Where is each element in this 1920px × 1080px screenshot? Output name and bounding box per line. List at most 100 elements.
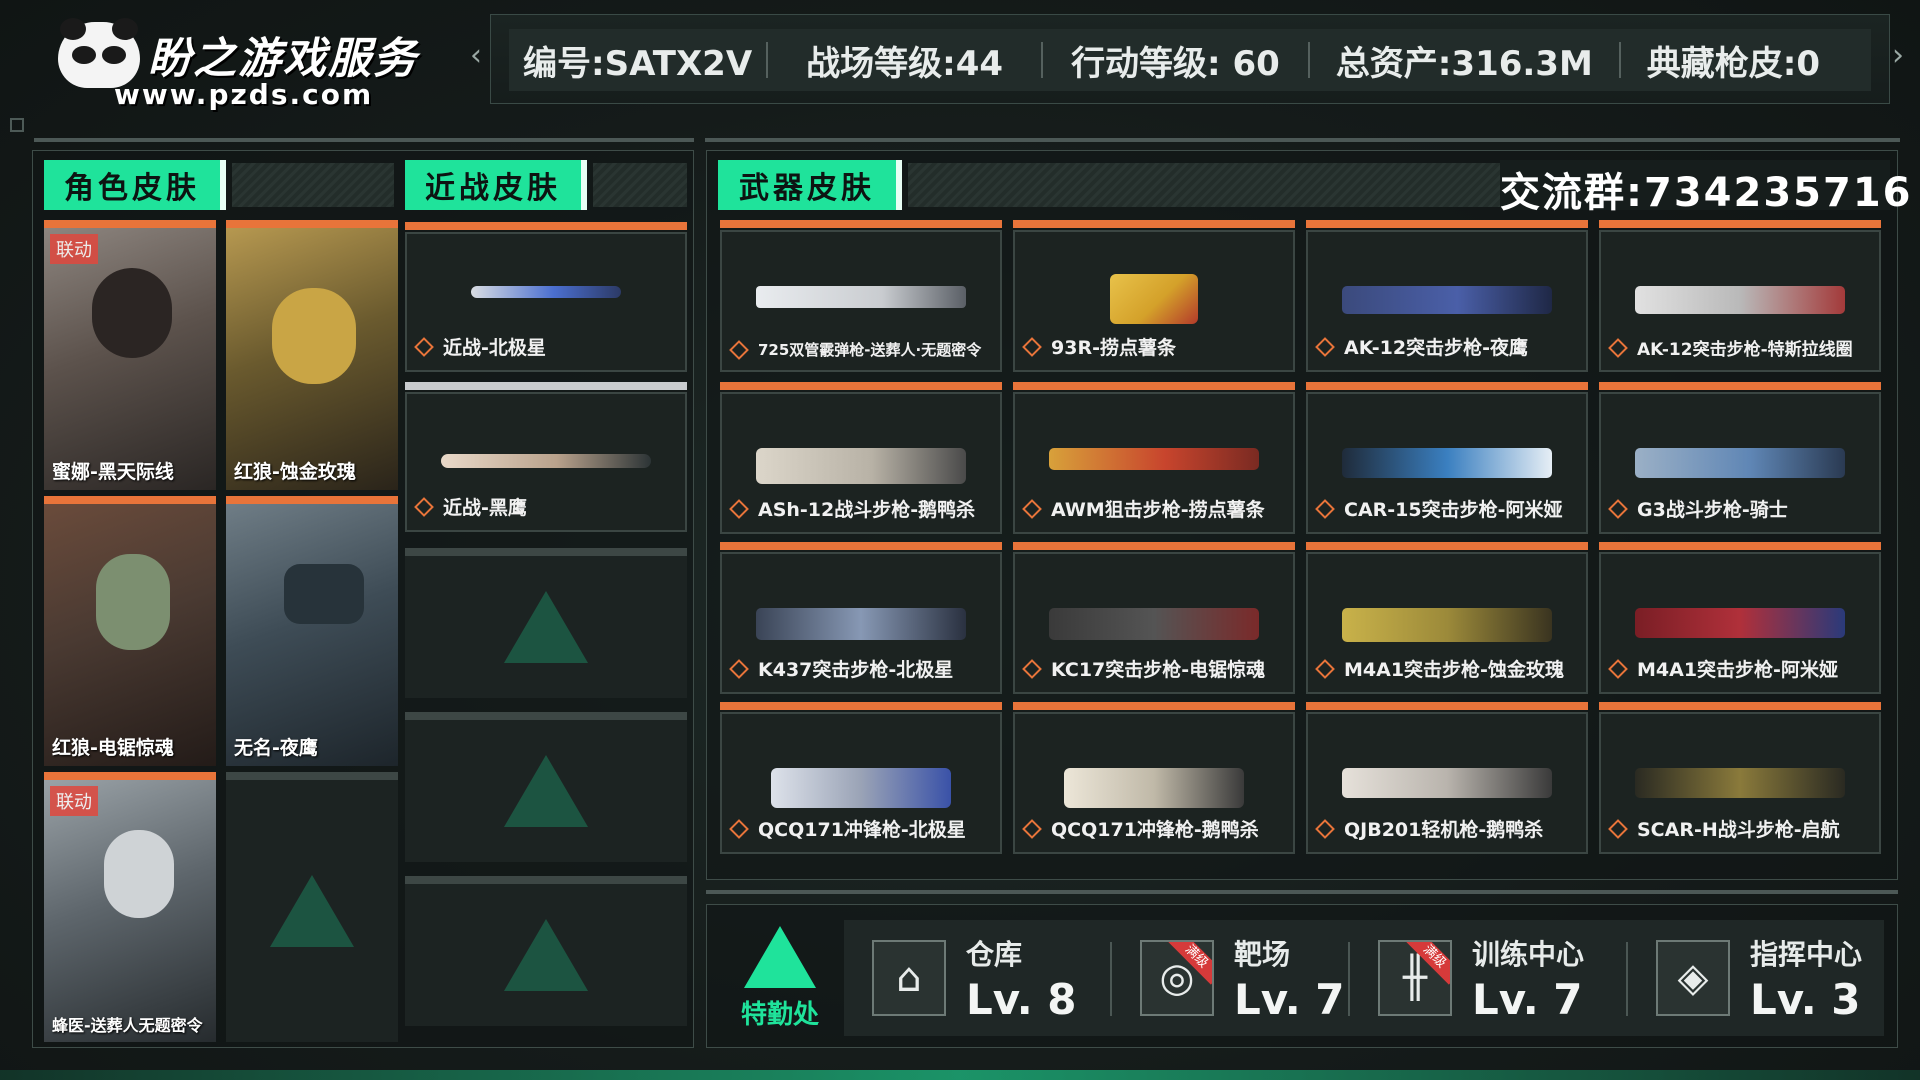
facility-separator (1348, 942, 1350, 1016)
facility-warehouse[interactable]: ⌂ 仓库 Lv. 8 (872, 926, 1077, 1030)
character-card[interactable]: 红狼-电锯惊魂 (44, 496, 216, 766)
placeholder-logo-icon (504, 919, 588, 991)
weapon-image (1342, 768, 1552, 798)
facility-command[interactable]: ◈ 指挥中心 Lv. 3 (1656, 926, 1862, 1030)
weapon-card[interactable]: K437突击步枪-北极星 (720, 542, 1002, 694)
facility-level: Lv. 3 (1750, 974, 1861, 1024)
weapon-card[interactable]: 725双管霰弹枪-送葬人·无题密令 (720, 220, 1002, 372)
weapon-label: M4A1突击步枪-蚀金玫瑰 (1344, 659, 1564, 681)
rarity-diamond-icon (414, 496, 434, 517)
rarity-diamond-icon (729, 818, 749, 839)
max-level-badge: 满级 (1168, 942, 1212, 985)
facility-training[interactable]: ╫ 满级 训练中心 Lv. 7 (1378, 926, 1584, 1030)
placeholder-logo-icon (504, 755, 588, 827)
weapon-card[interactable]: QCQ171冲锋枪-鹅鸭杀 (1013, 702, 1295, 854)
weapon-card[interactable]: M4A1突击步枪-蚀金玫瑰 (1306, 542, 1588, 694)
character-label: 红狼-蚀金玫瑰 (234, 461, 356, 483)
weapon-image (1110, 274, 1198, 324)
collection-skins: 典藏枪皮:0 (1646, 43, 1821, 84)
weapon-label: CAR-15突击步枪-阿米娅 (1344, 499, 1563, 521)
melee-label: 近战-北极星 (443, 337, 546, 359)
weapon-label: AK-12突击步枪-特斯拉线圈 (1637, 340, 1853, 360)
header-divider-right (705, 138, 1900, 142)
prev-arrow-icon[interactable]: ‹ (470, 38, 482, 73)
weapon-card[interactable]: QCQ171冲锋枪-北极星 (720, 702, 1002, 854)
character-head (104, 830, 174, 918)
logo: 盼之游戏服务 www.pzds.com (50, 18, 470, 118)
operation-level: 行动等级: 60 (1071, 43, 1280, 84)
weapon-image (1049, 448, 1259, 470)
weapon-card[interactable]: SCAR-H战斗步枪-启航 (1599, 702, 1881, 854)
weapon-image (771, 768, 951, 808)
rarity-diamond-icon (1608, 337, 1628, 358)
warehouse-icon: ⌂ (872, 940, 946, 1016)
weapon-image (756, 608, 966, 640)
rarity-diamond-icon (1315, 658, 1335, 679)
facility-range[interactable]: ◎ 满级 靶场 Lv. 7 (1140, 926, 1345, 1030)
rarity-diamond-icon (1315, 498, 1335, 519)
weapon-label: ASh-12战斗步枪-鹅鸭杀 (758, 499, 976, 521)
bottom-divider (706, 890, 1898, 894)
target-icon: ◎ 满级 (1140, 940, 1214, 1016)
rarity-diamond-icon (729, 339, 749, 360)
logistics-triangle-icon (744, 926, 816, 988)
facility-name: 靶场 (1234, 937, 1291, 971)
facility-separator (1110, 942, 1112, 1016)
facility-name: 训练中心 (1472, 937, 1585, 971)
logistics-label: 特勤处 (740, 1000, 819, 1030)
facility-separator (1626, 942, 1628, 1016)
night-vision-goggles (284, 564, 364, 624)
collab-badge: 联动 (50, 786, 98, 816)
weapon-card[interactable]: G3战斗步枪-骑士 (1599, 382, 1881, 534)
character-skins-title: 角色皮肤 (44, 160, 226, 210)
character-portrait (226, 504, 398, 766)
empty-character-slot (226, 772, 398, 1042)
facility-level: Lv. 7 (1234, 974, 1345, 1024)
weapon-label: AWM狙击步枪-捞点薯条 (1051, 499, 1265, 521)
placeholder-logo-icon (504, 591, 588, 663)
weapon-image (1049, 608, 1259, 640)
character-skins-header: 角色皮肤 (44, 160, 394, 210)
rarity-diamond-icon (1608, 818, 1628, 839)
account-id: 编号:SATX2V (523, 43, 753, 84)
character-card[interactable]: 无名-夜鹰 (226, 496, 398, 766)
weapon-image (1342, 448, 1552, 478)
melee-card[interactable]: 近战-黑鹰 (405, 382, 687, 532)
weapon-card[interactable]: KC17突击步枪-电锯惊魂 (1013, 542, 1295, 694)
character-head (92, 268, 172, 358)
weapon-image (1635, 608, 1845, 638)
weapon-label: M4A1突击步枪-阿米娅 (1637, 659, 1838, 681)
rarity-diamond-icon (729, 658, 749, 679)
weapon-card[interactable]: QJB201轻机枪-鹅鸭杀 (1306, 702, 1588, 854)
weapon-card[interactable]: CAR-15突击步枪-阿米娅 (1306, 382, 1588, 534)
character-card[interactable]: 联动 蜜娜-黑天际线 (44, 220, 216, 490)
rarity-diamond-icon (1022, 658, 1042, 679)
stage: 盼之游戏服务 www.pzds.com ‹ 编号:SATX2V 战场等级:44 … (0, 0, 1920, 1080)
total-assets: 总资产:316.3M (1335, 43, 1593, 84)
weapon-card[interactable]: AK-12突击步枪-夜鹰 (1306, 220, 1588, 372)
rarity-diamond-icon (1022, 498, 1042, 519)
melee-skins-header: 近战皮肤 (405, 160, 687, 210)
weapon-image (1635, 286, 1845, 314)
weapon-label: AK-12突击步枪-夜鹰 (1344, 337, 1528, 359)
melee-card[interactable]: 近战-北极星 (405, 222, 687, 372)
next-arrow-icon[interactable]: › (1892, 38, 1904, 73)
weapon-card[interactable]: M4A1突击步枪-阿米娅 (1599, 542, 1881, 694)
gold-skull-mask (272, 288, 356, 384)
character-label: 红狼-电锯惊魂 (52, 737, 174, 759)
character-card[interactable]: 红狼-蚀金玫瑰 (226, 220, 398, 490)
dumbbell-icon: ╫ 满级 (1378, 940, 1452, 1016)
rarity-diamond-icon (1608, 658, 1628, 679)
weapon-card[interactable]: AWM狙击步枪-捞点薯条 (1013, 382, 1295, 534)
weapon-card[interactable]: 93R-捞点薯条 (1013, 220, 1295, 372)
weapon-image (1342, 286, 1552, 314)
weapon-card[interactable]: AK-12突击步枪-特斯拉线圈 (1599, 220, 1881, 372)
max-level-badge: 满级 (1406, 942, 1450, 985)
empty-melee-slot (405, 548, 687, 698)
rarity-diamond-icon (1315, 818, 1335, 839)
melee-skins-title: 近战皮肤 (405, 160, 587, 210)
weapon-label: 93R-捞点薯条 (1051, 337, 1176, 359)
weapon-image (756, 286, 966, 308)
weapon-card[interactable]: ASh-12战斗步枪-鹅鸭杀 (720, 382, 1002, 534)
character-card[interactable]: 联动 蜂医-送葬人无题密令 (44, 772, 216, 1042)
